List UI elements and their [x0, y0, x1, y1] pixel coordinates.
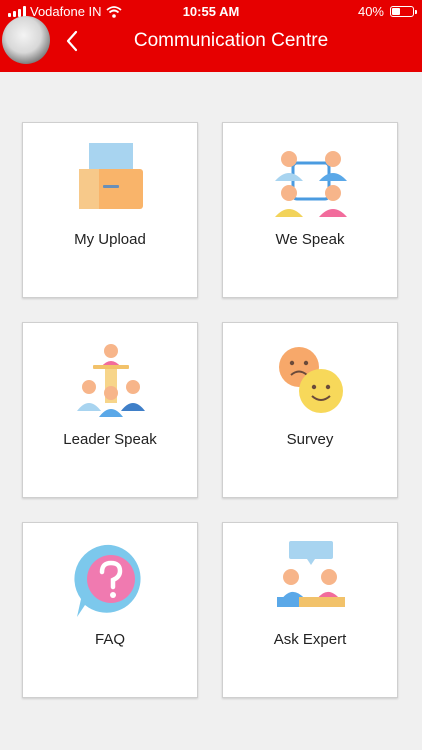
- app-header: Vodafone IN 10:55 AM 40% Communication C…: [0, 0, 422, 72]
- tile-label: We Speak: [275, 231, 345, 248]
- battery-percent: 40%: [357, 4, 384, 19]
- tile-ask-expert[interactable]: Ask Expert: [222, 522, 398, 698]
- tile-label: FAQ: [94, 631, 125, 648]
- leader-podium-icon: [77, 344, 145, 417]
- battery-group: 40%: [357, 4, 417, 19]
- tile-label: Leader Speak: [63, 431, 157, 448]
- tile-label: My Upload: [74, 231, 146, 248]
- page-title: Communication Centre: [133, 30, 329, 51]
- question-bubble-icon: [74, 544, 141, 617]
- tile-we-speak[interactable]: We Speak: [222, 122, 398, 298]
- tile-faq[interactable]: FAQ: [22, 522, 198, 698]
- expert-chat-icon: [277, 541, 345, 607]
- tile-survey[interactable]: Survey: [222, 322, 398, 498]
- inbox-tray-icon: [79, 143, 143, 209]
- tile-my-upload[interactable]: My Upload: [22, 122, 198, 298]
- battery-icon: [390, 6, 417, 17]
- tile-leader-speak[interactable]: Leader Speak: [22, 322, 198, 498]
- people-network-icon: [275, 151, 347, 217]
- smiley-faces-icon: [279, 347, 343, 413]
- tile-label: Ask Expert: [273, 631, 347, 648]
- tile-label: Survey: [286, 431, 334, 448]
- status-bar: Vodafone IN 10:55 AM 40%: [0, 0, 422, 24]
